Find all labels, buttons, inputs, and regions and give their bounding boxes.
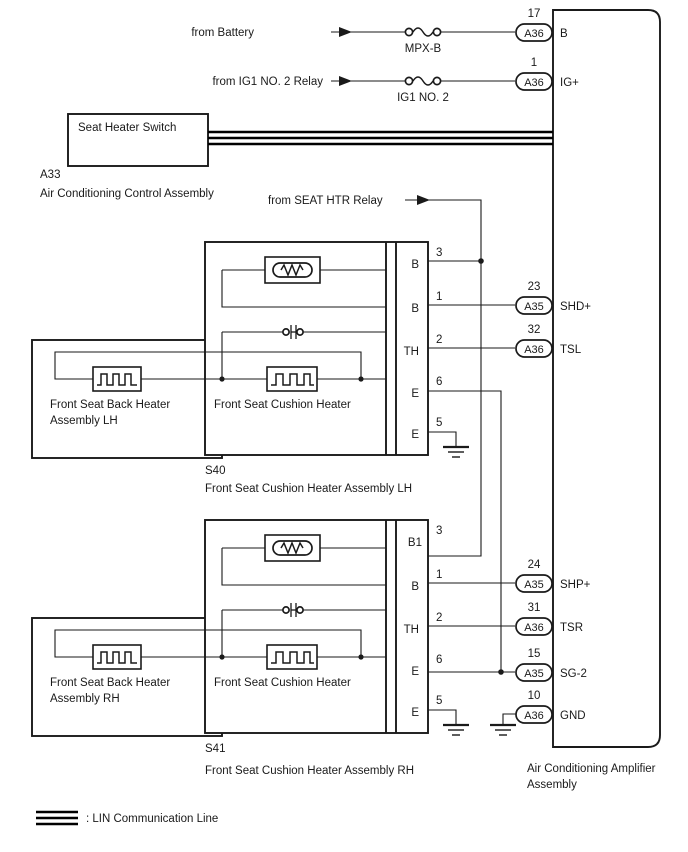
s41-signal-name-3: GND	[560, 710, 586, 722]
back-heater-lh-label-line1: Front Seat Back Heater	[50, 399, 170, 411]
s40-signal-name-0: SHD+	[560, 301, 591, 313]
s40-signal-name-1: TSL	[560, 344, 582, 356]
s41-pin-number-0: 3	[436, 525, 442, 537]
s41-connector-code-1: A36	[524, 622, 544, 634]
back-heater-rh-label-line2: Assembly RH	[50, 693, 120, 705]
s40-pin-number-0: 3	[436, 247, 442, 259]
s40-terminal-name-3: E	[411, 388, 419, 400]
ground-symbol-amplifier	[490, 723, 516, 736]
s41-signal-name-1: TSR	[560, 622, 583, 634]
ground-symbol-s41	[443, 723, 469, 736]
back-heater-lh-label-line2: Assembly LH	[50, 415, 118, 427]
battery-pin-number: 17	[528, 8, 541, 20]
s40-terminal-name-1: B	[411, 303, 419, 315]
back-heater-rh-label-line1: Front Seat Back Heater	[50, 677, 170, 689]
battery-connector-code: A36	[524, 28, 544, 40]
ig1-connector-code: A36	[524, 77, 544, 89]
s41-conn-pin-number-0: 24	[528, 559, 541, 571]
cushion-heater-lh-label: Front Seat Cushion Heater	[214, 399, 351, 411]
s41-conn-pin-number-2: 15	[528, 648, 541, 660]
s40-conn-pin-number-0: 23	[528, 281, 541, 293]
s41-pin-number-4: 5	[436, 695, 442, 707]
amplifier-assembly-box	[552, 9, 661, 748]
amplifier-name-line2: Assembly	[527, 779, 577, 791]
s41-connector-code-2: A35	[524, 668, 544, 680]
wiring-diagram: from Battery MPX-B 17 A36 B from IG1 NO.…	[0, 0, 688, 852]
s40-connector-code-0: A35	[524, 301, 544, 313]
s41-connector-code-0: A35	[524, 579, 544, 591]
s41-code-label: S41	[205, 743, 225, 755]
s40-pin-number-3: 6	[436, 376, 442, 388]
control-assembly-name: Air Conditioning Control Assembly	[40, 188, 214, 200]
s41-pin-number-1: 1	[436, 569, 442, 581]
s40-connector-code-1: A36	[524, 344, 544, 356]
control-assembly-code: A33	[40, 169, 60, 181]
s41-signal-name-2: SG-2	[560, 668, 587, 680]
s41-conn-pin-number-1: 31	[528, 602, 541, 614]
ig1-terminal-name: IG+	[560, 77, 579, 89]
s40-pin-number-4: 5	[436, 417, 442, 429]
battery-source-label: from Battery	[191, 27, 254, 39]
ig1-fuse-label: IG1 NO. 2	[397, 92, 449, 104]
s40-code-label: S40	[205, 465, 225, 477]
legend-lin-swatch	[36, 810, 78, 826]
s41-terminal-name-0: B1	[408, 537, 422, 549]
seat-heater-switch-label: Seat Heater Switch	[78, 122, 176, 134]
s40-pin-number-2: 2	[436, 334, 442, 346]
s41-terminal-name-1: B	[411, 581, 419, 593]
ig1-feed-row	[331, 72, 553, 91]
s41-connector-code-3: A36	[524, 710, 544, 722]
s40-name-label: Front Seat Cushion Heater Assembly LH	[205, 483, 412, 495]
s41-pin-number-3: 6	[436, 654, 442, 666]
s40-terminal-name-0: B	[411, 259, 419, 271]
amplifier-name-line1: Air Conditioning Amplifier	[527, 763, 656, 775]
s41-pin-number-2: 2	[436, 612, 442, 624]
mpxb-fuse-label: MPX-B	[405, 43, 442, 55]
battery-terminal-name: B	[560, 28, 568, 40]
s41-conn-pin-number-3: 10	[528, 690, 541, 702]
s41-signal-name-0: SHP+	[560, 579, 591, 591]
ig1-relay-source-label: from IG1 NO. 2 Relay	[212, 76, 323, 88]
s41-terminal-name-4: E	[411, 707, 419, 719]
s40-pin-number-1: 1	[436, 291, 442, 303]
legend-text: : LIN Communication Line	[86, 813, 218, 825]
s41-terminal-name-3: E	[411, 666, 419, 678]
s41-name-label: Front Seat Cushion Heater Assembly RH	[205, 765, 414, 777]
s40-terminal-name-4: E	[411, 429, 419, 441]
ground-symbol-s40	[443, 445, 469, 458]
ig1-pin-number: 1	[531, 57, 537, 69]
s40-conn-pin-number-1: 32	[528, 324, 541, 336]
s41-terminal-name-2: TH	[404, 624, 419, 636]
battery-feed-row	[331, 23, 553, 42]
wiring-diagram-canvas: from Battery MPX-B 17 A36 B from IG1 NO.…	[31, 8, 661, 826]
s40-terminal-name-2: TH	[404, 346, 419, 358]
seat-htr-relay-label: from SEAT HTR Relay	[268, 195, 383, 207]
cushion-heater-rh-label: Front Seat Cushion Heater	[214, 677, 351, 689]
lin-communication-bundle	[208, 130, 553, 146]
